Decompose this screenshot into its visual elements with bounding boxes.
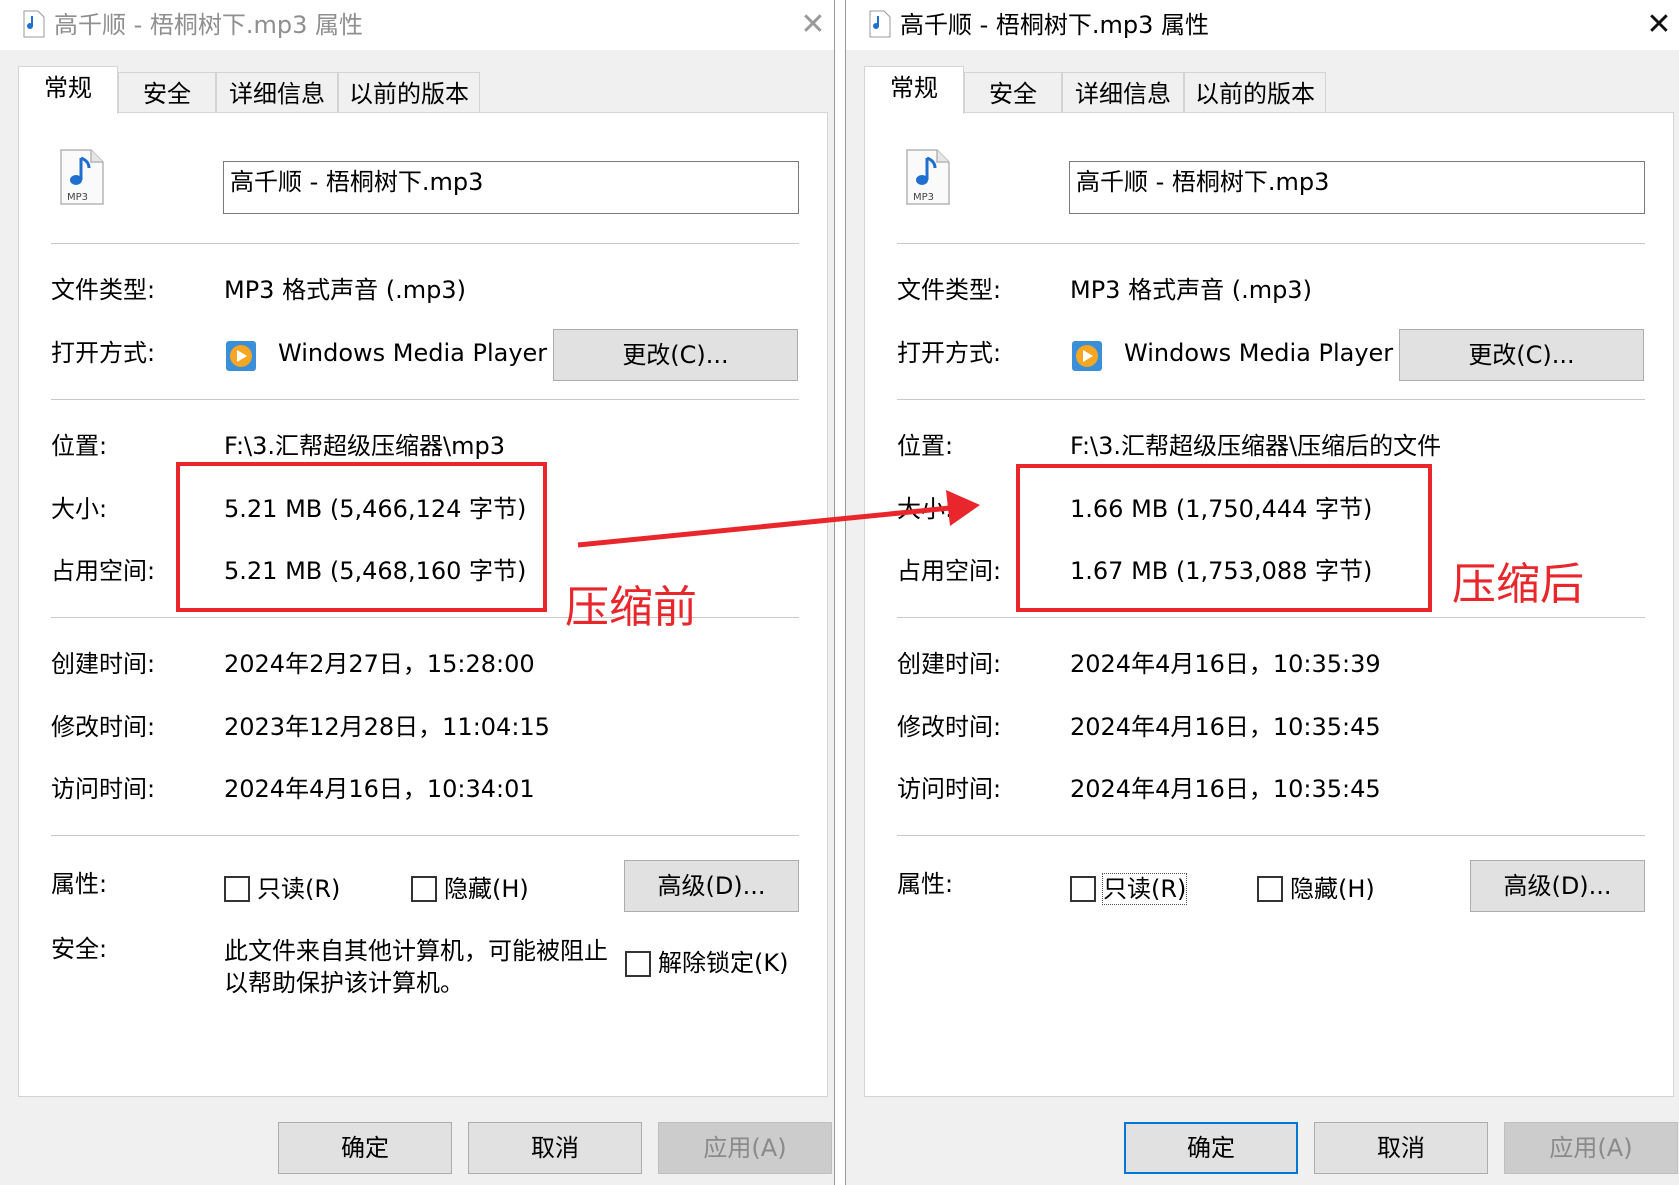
cancel-button[interactable]: 取消 bbox=[468, 1122, 642, 1174]
divider bbox=[51, 835, 799, 836]
created-label: 创建时间: bbox=[897, 650, 1002, 678]
size-on-disk-label: 占用空间: bbox=[51, 557, 156, 585]
size-label: 大小: bbox=[51, 495, 108, 523]
before-size-highlight bbox=[176, 462, 547, 612]
apply-button[interactable]: 应用(A) bbox=[658, 1122, 832, 1174]
cancel-button[interactable]: 取消 bbox=[1314, 1122, 1488, 1174]
ok-button[interactable]: 确定 bbox=[1124, 1122, 1298, 1174]
file-type-value: MP3 格式声音 (.mp3) bbox=[224, 276, 466, 304]
after-size-highlight bbox=[1016, 464, 1432, 612]
close-icon[interactable]: ✕ bbox=[798, 8, 828, 42]
mp3-file-icon bbox=[23, 10, 45, 38]
advanced-button[interactable]: 高级(D)... bbox=[624, 860, 799, 912]
attributes-label: 属性: bbox=[51, 870, 108, 898]
tab-details[interactable]: 详细信息 bbox=[1062, 72, 1184, 114]
created-value: 2024年4月16日，10:35:39 bbox=[1070, 650, 1381, 678]
tab-security[interactable]: 安全 bbox=[964, 72, 1062, 114]
file-type-label: 文件类型: bbox=[51, 276, 156, 304]
apply-button[interactable]: 应用(A) bbox=[1504, 1122, 1678, 1174]
tab-security[interactable]: 安全 bbox=[118, 72, 216, 114]
size-label: 大小: bbox=[897, 495, 954, 523]
file-name-input[interactable]: 高千顺 - 梧桐树下.mp3 bbox=[1069, 161, 1645, 214]
divider bbox=[51, 243, 799, 244]
accessed-value: 2024年4月16日，10:35:45 bbox=[1070, 775, 1381, 803]
security-label: 安全: bbox=[51, 935, 108, 963]
divider bbox=[897, 617, 1645, 618]
window-title: 高千顺 - 梧桐树下.mp3 属性 bbox=[54, 11, 364, 39]
accessed-label: 访问时间: bbox=[51, 775, 156, 803]
title-bar: 高千顺 - 梧桐树下.mp3 属性 ✕ bbox=[846, 0, 1679, 50]
divider bbox=[897, 835, 1645, 836]
size-on-disk-label: 占用空间: bbox=[897, 557, 1002, 585]
divider bbox=[897, 399, 1645, 400]
svg-text:MP3: MP3 bbox=[67, 192, 88, 203]
unblock-checkbox[interactable] bbox=[625, 951, 651, 977]
tab-previous-versions[interactable]: 以前的版本 bbox=[338, 72, 480, 114]
file-type-label: 文件类型: bbox=[897, 276, 1002, 304]
file-type-value: MP3 格式声音 (.mp3) bbox=[1070, 276, 1312, 304]
location-label: 位置: bbox=[51, 432, 108, 460]
open-with-app: Windows Media Player bbox=[1124, 339, 1394, 367]
modified-value: 2024年4月16日，10:35:45 bbox=[1070, 713, 1381, 741]
readonly-checkbox[interactable] bbox=[1070, 876, 1096, 902]
modified-label: 修改时间: bbox=[897, 713, 1002, 741]
attributes-label: 属性: bbox=[897, 870, 954, 898]
ok-button[interactable]: 确定 bbox=[278, 1122, 452, 1174]
change-button[interactable]: 更改(C)... bbox=[553, 329, 798, 381]
unblock-label: 解除锁定(K) bbox=[658, 949, 789, 977]
readonly-checkbox[interactable] bbox=[224, 876, 250, 902]
before-compression-label: 压缩前 bbox=[565, 582, 697, 633]
modified-value: 2023年12月28日，11:04:15 bbox=[224, 713, 550, 741]
tab-details[interactable]: 详细信息 bbox=[216, 72, 338, 114]
hidden-label: 隐藏(H) bbox=[444, 875, 529, 903]
location-value: F:\3.汇帮超级压缩器\压缩后的文件 bbox=[1070, 432, 1442, 460]
location-label: 位置: bbox=[897, 432, 954, 460]
windows-media-player-icon bbox=[226, 341, 256, 371]
window-title: 高千顺 - 梧桐树下.mp3 属性 bbox=[900, 11, 1210, 39]
mp3-file-icon: MP3 bbox=[906, 149, 950, 205]
readonly-label: 只读(R) bbox=[257, 875, 341, 903]
open-with-app: Windows Media Player bbox=[278, 339, 548, 367]
tab-general[interactable]: 常规 bbox=[18, 66, 118, 114]
divider bbox=[897, 243, 1645, 244]
created-value: 2024年2月27日，15:28:00 bbox=[224, 650, 535, 678]
security-message: 此文件来自其他计算机，可能被阻止以帮助保护该计算机。 bbox=[224, 937, 608, 997]
change-button[interactable]: 更改(C)... bbox=[1399, 329, 1644, 381]
after-compression-label: 压缩后 bbox=[1452, 559, 1584, 610]
windows-media-player-icon bbox=[1072, 341, 1102, 371]
tab-previous-versions[interactable]: 以前的版本 bbox=[1184, 72, 1326, 114]
svg-text:MP3: MP3 bbox=[913, 192, 934, 203]
hidden-checkbox[interactable] bbox=[1257, 876, 1283, 902]
advanced-button[interactable]: 高级(D)... bbox=[1470, 860, 1645, 912]
file-name-input[interactable]: 高千顺 - 梧桐树下.mp3 bbox=[223, 161, 799, 214]
mp3-file-icon bbox=[869, 10, 891, 38]
tab-general[interactable]: 常规 bbox=[864, 66, 964, 114]
modified-label: 修改时间: bbox=[51, 713, 156, 741]
title-bar: 高千顺 - 梧桐树下.mp3 属性 ✕ bbox=[0, 0, 834, 50]
accessed-value: 2024年4月16日，10:34:01 bbox=[224, 775, 535, 803]
open-with-label: 打开方式: bbox=[51, 339, 156, 367]
mp3-file-icon: MP3 bbox=[60, 149, 104, 205]
hidden-label: 隐藏(H) bbox=[1290, 875, 1375, 903]
close-icon[interactable]: ✕ bbox=[1644, 8, 1674, 42]
readonly-label: 只读(R) bbox=[1101, 873, 1188, 905]
hidden-checkbox[interactable] bbox=[411, 876, 437, 902]
accessed-label: 访问时间: bbox=[897, 775, 1002, 803]
divider bbox=[51, 399, 799, 400]
created-label: 创建时间: bbox=[51, 650, 156, 678]
location-value: F:\3.汇帮超级压缩器\mp3 bbox=[224, 432, 505, 460]
open-with-label: 打开方式: bbox=[897, 339, 1002, 367]
